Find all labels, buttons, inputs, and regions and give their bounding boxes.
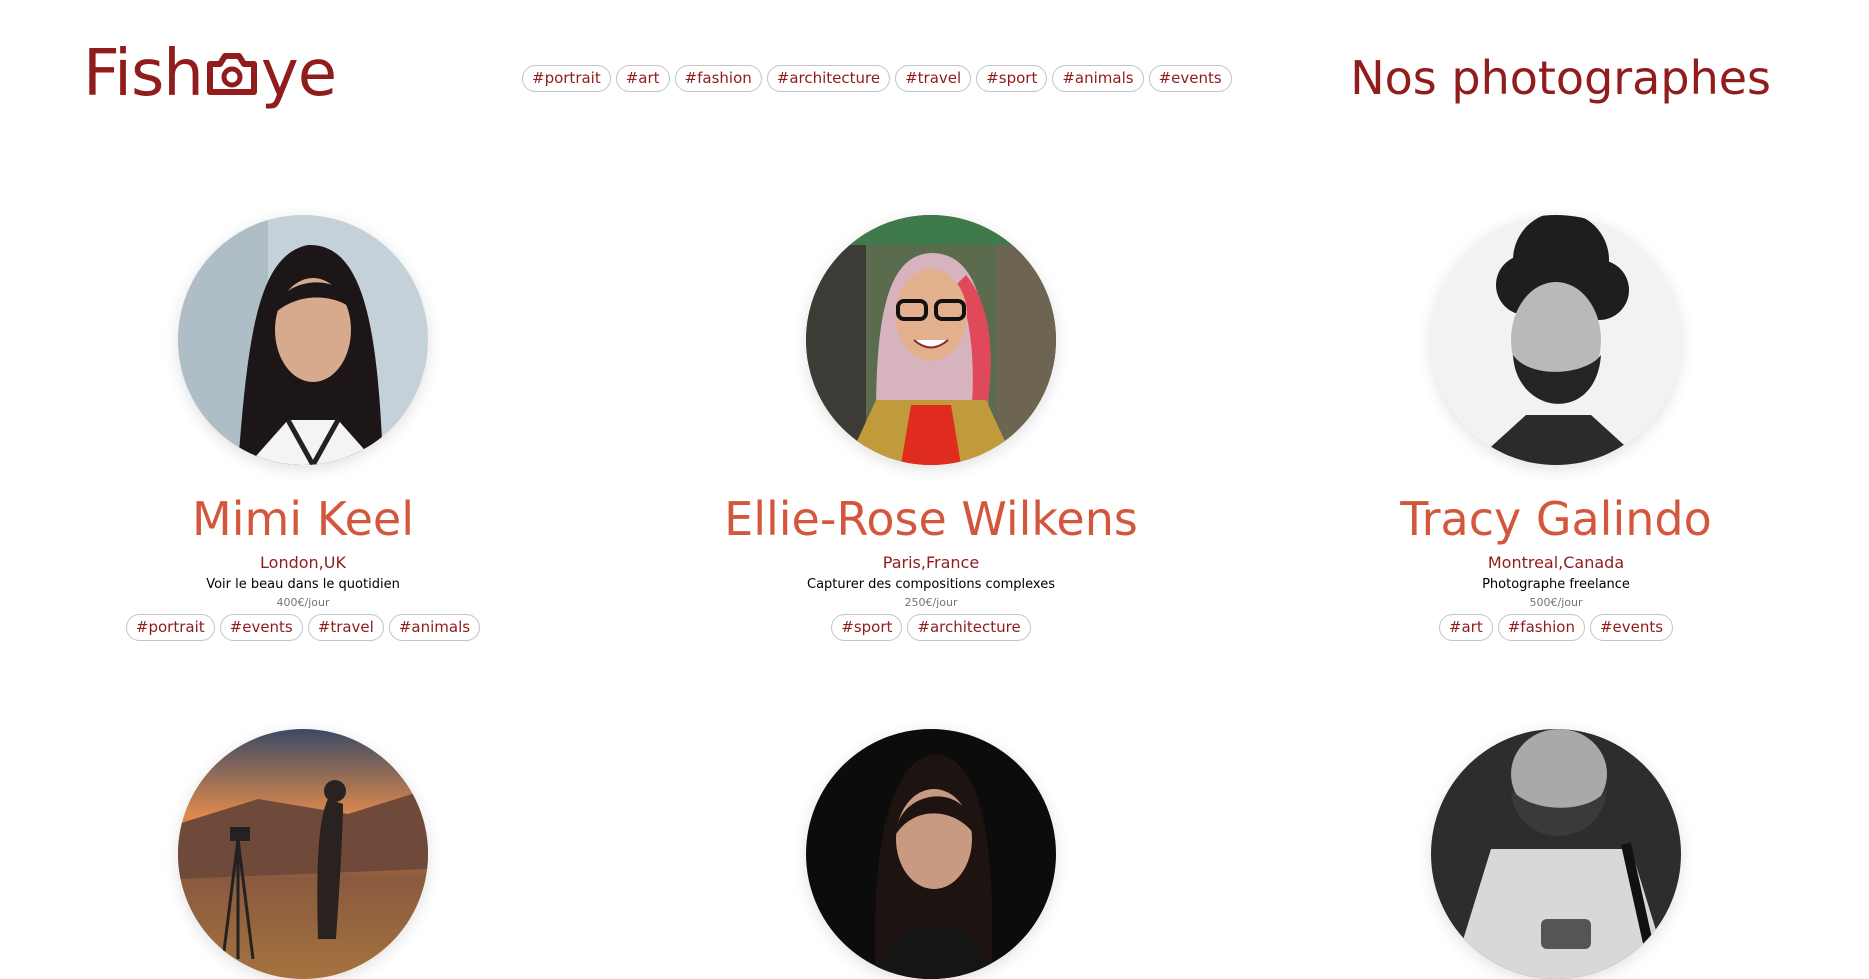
photographer-card bbox=[671, 729, 1191, 979]
photographer-location: London,UK bbox=[260, 553, 346, 572]
tag-events[interactable]: #events bbox=[1589, 614, 1674, 641]
tag-nav: #portrait #art #fashion #architecture #t… bbox=[522, 65, 1232, 92]
logo[interactable]: Fish ye bbox=[83, 34, 337, 114]
tag-travel[interactable]: #travel bbox=[307, 614, 384, 641]
photographer-location: Montreal,Canada bbox=[1487, 553, 1625, 572]
photographer-tagline: Capturer des compositions complexes bbox=[807, 577, 1055, 592]
photographer-tags: #art #fashion #events bbox=[1296, 614, 1816, 641]
photographer-price: 400€/jour bbox=[276, 596, 330, 609]
tag-events[interactable]: #events bbox=[219, 614, 303, 641]
logo-prefix: Fish bbox=[83, 37, 204, 111]
photographer-card: Mimi Keel London,UK Voir le beau dans le… bbox=[43, 215, 563, 641]
photographer-location: Paris,France bbox=[882, 553, 980, 572]
nav-tag-portrait[interactable]: #portrait bbox=[522, 65, 611, 92]
tag-portrait[interactable]: #portrait bbox=[125, 614, 215, 641]
photographer-card: Tracy Galindo Montreal,Canada Photograph… bbox=[1296, 215, 1816, 641]
logo-suffix: ye bbox=[260, 37, 337, 111]
avatar[interactable] bbox=[178, 215, 428, 465]
tag-art[interactable]: #art bbox=[1438, 614, 1493, 641]
nav-tag-travel[interactable]: #travel bbox=[895, 65, 972, 92]
nav-tag-animals[interactable]: #animals bbox=[1052, 65, 1144, 92]
photographer-tags: #portrait #events #travel #animals bbox=[43, 614, 563, 641]
avatar[interactable] bbox=[1431, 729, 1681, 979]
photographer-name[interactable]: Tracy Galindo bbox=[1296, 491, 1816, 547]
tag-sport[interactable]: #sport bbox=[831, 614, 903, 641]
camera-icon bbox=[206, 53, 257, 95]
avatar[interactable] bbox=[806, 215, 1056, 465]
photographer-name[interactable]: Mimi Keel bbox=[43, 491, 563, 547]
avatar[interactable] bbox=[806, 729, 1056, 979]
avatar[interactable] bbox=[178, 729, 428, 979]
photographer-tagline: Photographe freelance bbox=[1482, 577, 1630, 592]
tag-animals[interactable]: #animals bbox=[388, 614, 481, 641]
nav-tag-art[interactable]: #art bbox=[615, 65, 670, 92]
page-title: Nos photographes bbox=[1350, 51, 1771, 105]
photographer-tags: #sport #architecture bbox=[671, 614, 1191, 641]
photographer-tagline: Voir le beau dans le quotidien bbox=[206, 577, 400, 592]
photographer-name[interactable]: Ellie-Rose Wilkens bbox=[671, 491, 1191, 547]
avatar[interactable] bbox=[1431, 215, 1681, 465]
nav-tag-sport[interactable]: #sport bbox=[976, 65, 1048, 92]
nav-tag-architecture[interactable]: #architecture bbox=[766, 65, 891, 92]
photographer-card bbox=[1296, 729, 1816, 979]
nav-tag-events[interactable]: #events bbox=[1148, 65, 1232, 92]
photographer-card bbox=[43, 729, 563, 979]
tag-fashion[interactable]: #fashion bbox=[1497, 614, 1585, 641]
photographer-price: 500€/jour bbox=[1529, 596, 1583, 609]
tag-architecture[interactable]: #architecture bbox=[907, 614, 1031, 641]
nav-tag-fashion[interactable]: #fashion bbox=[674, 65, 762, 92]
photographer-card: Ellie-Rose Wilkens Paris,France Capturer… bbox=[671, 215, 1191, 641]
photographer-price: 250€/jour bbox=[904, 596, 958, 609]
